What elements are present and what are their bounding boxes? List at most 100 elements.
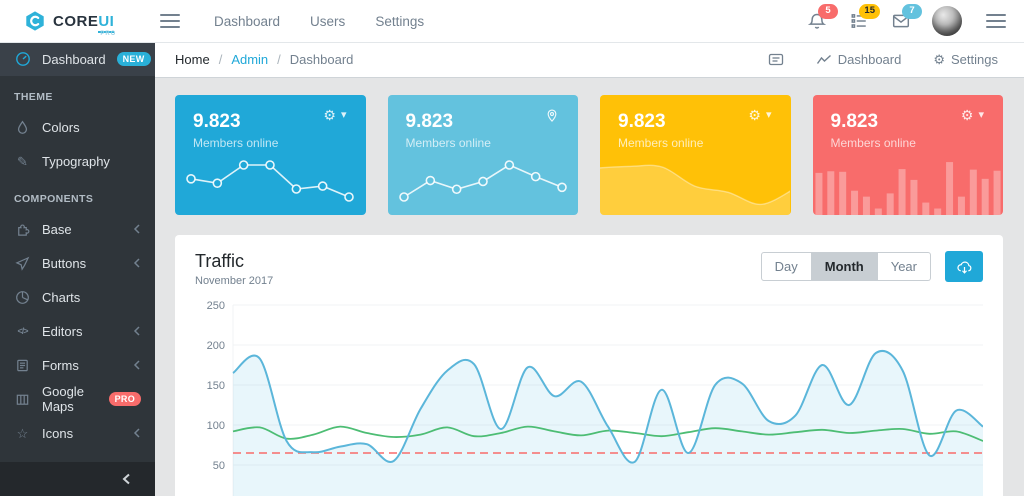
main-content: 9.823 Members online ⚙ ▾ 9.823 Members o… — [155, 77, 1024, 496]
header-nav-users[interactable]: Users — [310, 14, 345, 29]
sidebar-item-label: Editors — [42, 323, 83, 339]
speedometer-icon — [14, 51, 31, 67]
range-day-button[interactable]: Day — [760, 252, 812, 281]
chevron-left-icon — [133, 326, 141, 336]
star-icon: ☆ — [16, 425, 29, 441]
sidebar-item-charts[interactable]: Charts — [0, 280, 155, 314]
sidebar-item-label: Icons — [42, 425, 74, 441]
svg-text:50: 50 — [213, 460, 225, 472]
notifications-button[interactable]: 5 — [806, 4, 838, 32]
brand-text: COREUI PRO — [53, 12, 115, 37]
brand-core: CORE — [53, 12, 99, 30]
gear-icon: ⚙ — [960, 107, 974, 123]
traffic-chart-canvas: 250 200 150 100 50 — [207, 300, 984, 496]
svg-text:200: 200 — [207, 340, 225, 352]
card-settings-dropdown[interactable]: ⚙ ▾ — [742, 107, 777, 123]
caret-down-icon: ▾ — [340, 108, 347, 121]
location-pin-icon — [547, 109, 557, 122]
sidebar-item-google-maps[interactable]: Google Maps PRO — [0, 382, 155, 416]
range-year-button[interactable]: Year — [877, 252, 931, 281]
caret-down-icon: ▾ — [765, 108, 772, 121]
sidebar-item-buttons[interactable]: Buttons — [0, 246, 155, 280]
traffic-header: Traffic November 2017 Day Month Year — [195, 251, 983, 287]
tasks-button[interactable]: 15 — [848, 4, 880, 32]
new-badge: NEW — [116, 52, 151, 66]
gear-icon: ⚙ — [323, 107, 336, 123]
cursor-icon — [14, 256, 31, 271]
coreui-logo-icon — [26, 11, 44, 31]
card-settings-dropdown[interactable]: ⚙ ▾ — [317, 107, 352, 123]
aside-toggle-button[interactable] — [982, 9, 1010, 33]
sidebar: Dashboard NEW THEME Colors ✎ Typography … — [0, 42, 155, 496]
header-right-group: 5 15 7 — [806, 4, 1024, 36]
header-nav-settings[interactable]: Settings — [375, 14, 424, 29]
traffic-subtitle: November 2017 — [195, 275, 274, 287]
messages-button[interactable]: 7 — [890, 4, 922, 32]
svg-text:100: 100 — [207, 420, 225, 432]
sidebar-minimize-button[interactable] — [0, 462, 155, 496]
breadcrumb-dashboard-label: Dashboard — [837, 52, 902, 67]
caret-down-icon: ▾ — [978, 108, 984, 121]
breadcrumb-dashboard-link[interactable]: Dashboard — [810, 51, 908, 68]
traffic-card: Traffic November 2017 Day Month Year 250… — [175, 235, 1003, 496]
traffic-title: Traffic — [195, 251, 245, 271]
notes-icon — [14, 358, 31, 373]
sidebar-item-label: Typography — [42, 153, 110, 169]
svg-text:250: 250 — [207, 300, 225, 312]
brand-logo[interactable]: COREUI PRO — [0, 10, 152, 37]
sidebar-item-label: Dashboard — [42, 51, 106, 67]
breadcrumb-separator: / — [277, 52, 281, 67]
stat-label: Members online — [193, 136, 279, 150]
stat-label: Members online — [830, 136, 916, 150]
breadcrumb-settings-label: Settings — [951, 52, 998, 67]
chat-panel-button[interactable] — [762, 52, 790, 68]
range-month-button[interactable]: Month — [811, 252, 878, 281]
pro-badge: PRO — [108, 392, 141, 406]
breadcrumb-current: Dashboard — [289, 52, 354, 67]
user-avatar[interactable] — [932, 6, 962, 36]
card-settings-dropdown[interactable]: ⚙ ▾ — [955, 107, 990, 123]
traffic-title-block: Traffic November 2017 — [195, 251, 273, 287]
sidebar-item-label: Buttons — [42, 255, 87, 271]
traffic-chart: 250 200 150 100 50 — [195, 297, 984, 496]
map-icon — [14, 392, 31, 407]
card-location-button[interactable] — [539, 107, 565, 124]
members-online-area-chart — [600, 164, 790, 215]
messages-badge: 7 — [902, 4, 922, 19]
gear-icon: ⚙ — [748, 107, 761, 123]
breadcrumb-admin[interactable]: Admin — [231, 52, 268, 67]
members-online-sparkline — [186, 160, 354, 202]
sidebar-item-label: Charts — [42, 289, 81, 305]
download-button[interactable] — [945, 251, 983, 282]
drop-icon — [14, 120, 31, 135]
sidebar-item-colors[interactable]: Colors — [0, 110, 155, 144]
sidebar-item-label: Forms — [42, 357, 79, 373]
sidebar-item-typography[interactable]: ✎ Typography — [0, 144, 155, 178]
breadcrumb: Home / Admin / Dashboard Dashboard ⚙ Set… — [155, 42, 1024, 78]
chevron-left-icon — [133, 360, 141, 370]
sidebar-item-icons[interactable]: ☆ Icons — [0, 416, 155, 450]
sidebar-item-dashboard[interactable]: Dashboard NEW — [0, 42, 155, 76]
breadcrumb-settings-link[interactable]: ⚙ Settings — [927, 51, 1004, 68]
header-nav-dashboard[interactable]: Dashboard — [214, 14, 280, 29]
sidebar-toggle-button[interactable] — [156, 9, 184, 33]
sidebar-item-editors[interactable]: </> Editors — [0, 314, 155, 348]
sidebar-item-base[interactable]: Base — [0, 212, 155, 246]
members-online-sparkline — [398, 160, 567, 202]
hamburger-icon — [160, 14, 180, 28]
sidebar-item-forms[interactable]: Forms — [0, 348, 155, 382]
stat-label: Members online — [618, 136, 704, 150]
breadcrumb-home[interactable]: Home — [175, 52, 210, 67]
sidebar-item-label: Colors — [42, 119, 80, 135]
code-icon: </> — [17, 326, 28, 336]
cloud-download-icon — [956, 261, 971, 274]
chevron-left-icon — [122, 473, 130, 485]
pencil-icon: ✎ — [17, 153, 28, 169]
sidebar-section-theme: THEME — [14, 91, 53, 103]
brand-ui: UI — [98, 12, 115, 33]
stat-card-members-1: 9.823 Members online ⚙ ▾ — [175, 95, 366, 215]
breadcrumb-actions: Dashboard ⚙ Settings — [762, 51, 1004, 68]
sidebar-section-components: COMPONENTS — [14, 193, 94, 205]
chevron-left-icon — [133, 258, 141, 268]
stat-card-members-2: 9.823 Members online — [387, 95, 578, 215]
